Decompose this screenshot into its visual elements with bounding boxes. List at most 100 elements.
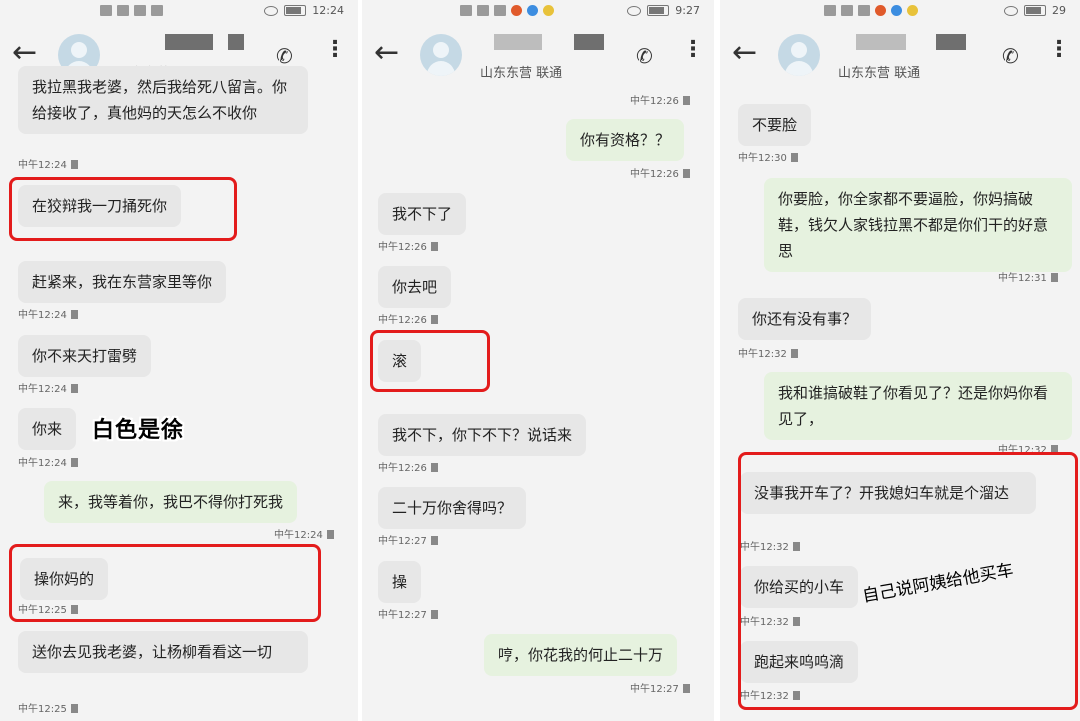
chat-panel-3: 29 ← 山东东营 联通 ✆ ⋮ 不要脸 中午12:30 你要脸，你全家都不要逼… [720,0,1080,721]
more-icon[interactable]: ⋮ [324,39,346,61]
message-time: 中午12:26 [378,238,438,253]
message-time: 中午12:26 [630,165,690,180]
signal-icon [841,5,853,16]
message-bubble-outgoing[interactable]: 哼，你花我的何止二十万 [484,634,678,676]
message-time: 中午12:27 [378,532,438,547]
message-bubble[interactable]: 你不来天打雷劈 [18,335,152,377]
avatar[interactable] [420,34,462,76]
app-icon [543,5,554,16]
wifi-icon [858,5,870,16]
status-time: 29 [1052,4,1066,17]
eye-icon [1004,5,1018,16]
annotation-label: 白色是徐 [92,418,185,443]
app-icon [907,5,918,16]
back-arrow-icon[interactable]: ← [374,38,399,68]
redacted-name [228,34,244,50]
message-bubble[interactable]: 送你去见我老婆，让杨柳看看这一切 [18,631,308,673]
message-bubble[interactable]: 不要脸 [738,104,812,146]
message-bubble[interactable]: 操 [378,561,422,603]
message-bubble[interactable]: 二十万你舍得吗？ [378,487,527,529]
message-bubble[interactable]: 你去吧 [378,266,452,308]
redacted-name [165,34,213,50]
sim-icon [682,684,690,693]
wifi-icon [494,5,506,16]
message-time: 中午12:27 [630,680,690,695]
sim-icon [1050,273,1058,282]
highlight-box [9,544,321,622]
message-bubble-outgoing[interactable]: 来，我等着你，我巴不得你打死我 [44,481,298,523]
signal-icon [824,5,836,16]
message-time: 中午12:30 [738,149,798,164]
battery-icon [647,5,670,16]
status-bar: 12:24 [0,0,358,26]
sim-icon [326,530,334,539]
message-bubble[interactable]: 你来 [18,408,77,450]
status-bar: 9:27 [362,0,714,26]
sim-icon [430,536,438,545]
message-bubble-outgoing[interactable]: 你要脸，你全家都不要逼脸，你妈搞破鞋，钱欠人家钱拉黑不都是你们干的好意思 [764,178,1072,272]
message-time: 中午12:24 [274,526,334,541]
back-arrow-icon[interactable]: ← [12,38,37,68]
message-time: 中午12:26 [378,459,438,474]
back-arrow-icon[interactable]: ← [732,38,757,68]
message-time: 中午12:24 [18,156,78,171]
avatar[interactable] [778,34,820,76]
notification-icons [824,5,918,16]
message-time: 中午12:25 [18,700,78,715]
message-list: 中午12:26 你有资格？？ 中午12:26 我不下了 中午12:26 你去吧 … [362,88,714,721]
more-icon[interactable]: ⋮ [682,39,704,61]
sim-icon [682,96,690,105]
message-time: 中午12:26 [378,311,438,326]
sim-icon [70,384,78,393]
phone-icon[interactable]: ✆ [276,44,293,68]
message-bubble[interactable]: 我不下了 [378,193,467,235]
sim-icon [70,704,78,713]
signal-icon [100,5,112,16]
message-time: 中午12:32 [738,345,798,360]
message-bubble[interactable]: 赶紧来，我在东营家里等你 [18,261,227,303]
message-bubble[interactable]: 我不下，你下不下？说话来 [378,414,587,456]
chat-panel-2: 9:27 ← 山东东营 联通 ✆ ⋮ 中午12:26 你有资格？？ 中午12:2… [362,0,714,721]
message-bubble-outgoing[interactable]: 你有资格？？ [566,119,685,161]
chat-panel-1: 12:24 ← 山东东营 联通 ✆ ⋮ 我拉黑我老婆，然后我给死八留言。你给接收… [0,0,358,721]
sim-icon [70,310,78,319]
sim-icon [430,610,438,619]
redacted-name [494,34,542,50]
highlight-box [370,330,490,392]
app-icon [511,5,522,16]
notification-icons [100,5,163,16]
battery-icon [1024,5,1046,16]
app-icon [875,5,886,16]
message-time: 中午12:26 [630,92,690,107]
chat-header: ← 山东东营 联通 ✆ ⋮ [720,26,1080,88]
eye-icon [627,5,642,16]
message-bubble-outgoing[interactable]: 我和谁搞破鞋了你看见了？还是你妈你看见了， [764,372,1072,440]
signal-icon [134,5,146,16]
phone-icon[interactable]: ✆ [636,44,653,68]
sim-icon [70,160,78,169]
message-time: 中午12:24 [18,380,78,395]
sim-icon [790,153,798,162]
message-bubble[interactable]: 你还有没有事？ [738,298,872,340]
redacted-name [936,34,966,50]
notification-icons [460,5,554,16]
signal-icon [477,5,489,16]
carrier-label: 山东东营 联通 [480,66,563,81]
sim-icon [430,315,438,324]
message-bubble[interactable]: 我拉黑我老婆，然后我给死八留言。你给接收了，真他妈的天怎么不收你 [18,66,308,134]
sim-icon [682,169,690,178]
sim-icon [430,463,438,472]
more-icon[interactable]: ⋮ [1048,39,1070,61]
sim-icon [430,242,438,251]
phone-icon[interactable]: ✆ [1002,44,1019,68]
message-time: 中午12:24 [18,306,78,321]
highlight-box [9,177,237,241]
carrier-label: 山东东营 联通 [838,66,921,81]
signal-icon [117,5,129,16]
redacted-name [856,34,906,50]
status-time: 12:24 [312,4,344,17]
message-time: 中午12:27 [378,606,438,621]
chat-header: ← 山东东营 联通 ✆ ⋮ [362,26,714,88]
message-time: 中午12:24 [18,454,78,469]
wifi-icon [151,5,163,16]
